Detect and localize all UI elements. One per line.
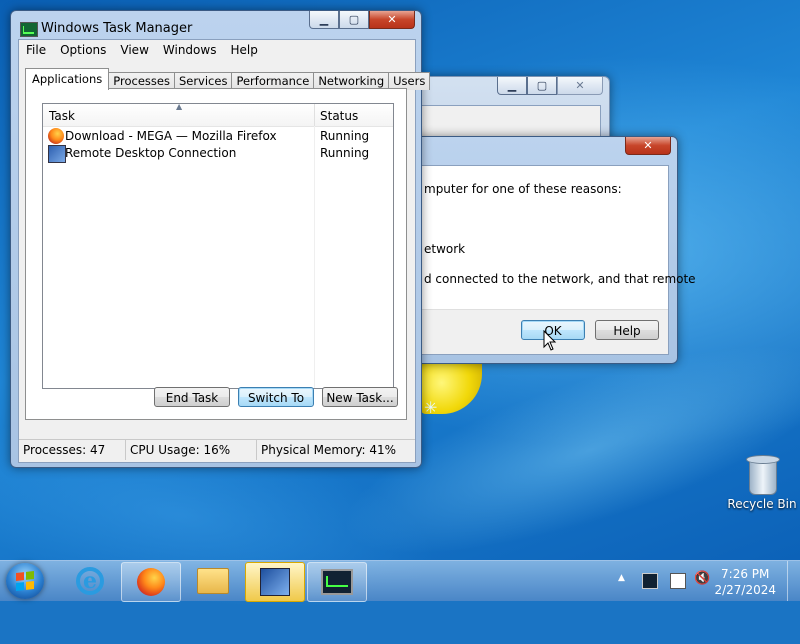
taskbar-explorer[interactable]	[184, 562, 242, 600]
taskbar: e ▲ 🔇 7:26 PM 2/27/2024	[0, 560, 800, 602]
maximize-button[interactable]: ▢	[339, 11, 369, 29]
list-item[interactable]: Remote Desktop Connection Running	[43, 145, 393, 163]
internet-explorer-icon: e	[76, 567, 104, 595]
dialog-content: mputer for one of these reasons: etwork …	[419, 165, 696, 355]
status-processes: Processes: 47	[19, 440, 126, 460]
clock-date: 2/27/2024	[714, 583, 776, 597]
clock[interactable]: 7:26 PM 2/27/2024	[714, 566, 776, 598]
firefox-icon	[137, 568, 165, 596]
close-button[interactable]: ✕	[369, 11, 415, 29]
menu-help[interactable]: Help	[223, 40, 264, 60]
show-hidden-icons-icon[interactable]: ▲	[618, 573, 625, 583]
folder-icon	[197, 568, 229, 594]
column-divider	[314, 126, 315, 388]
clock-time: 7:26 PM	[721, 567, 770, 581]
task-list[interactable]: ▲ Task Status Download - MEGA — Mozilla …	[42, 102, 394, 389]
task-manager-window[interactable]: Windows Task Manager ▁ ▢ ✕ File Options …	[10, 10, 431, 468]
maximize-button[interactable]: ▢	[527, 77, 557, 95]
taskbar-firefox[interactable]	[121, 562, 181, 602]
help-button[interactable]: Help	[595, 320, 659, 340]
menu-options[interactable]: Options	[53, 40, 113, 60]
close-button[interactable]: ✕	[557, 77, 603, 95]
menu-windows[interactable]: Windows	[156, 40, 224, 60]
close-button[interactable]: ✕	[625, 137, 671, 155]
column-header-task[interactable]: Task	[49, 109, 75, 123]
windows-logo-icon	[16, 571, 34, 591]
menu-view[interactable]: View	[113, 40, 155, 60]
task-status: Running	[320, 146, 370, 160]
remote-desktop-icon	[48, 145, 66, 163]
show-desktop-button[interactable]	[787, 561, 800, 601]
taskbar-remote-desktop[interactable]	[245, 562, 305, 602]
recycle-bin-label: Recycle Bin	[727, 497, 797, 511]
firefox-icon	[48, 128, 64, 144]
task-manager-icon	[20, 22, 38, 37]
end-task-button[interactable]: End Task	[154, 387, 230, 407]
task-name: Remote Desktop Connection	[65, 146, 237, 160]
status-bar: Processes: 47 CPU Usage: 16% Physical Me…	[19, 439, 415, 462]
column-header-status[interactable]: Status	[320, 109, 358, 123]
menu-file[interactable]: File	[19, 40, 53, 60]
system-tray: ▲ 🔇 7:26 PM 2/27/2024	[600, 561, 800, 601]
minimize-button[interactable]: ▁	[497, 77, 527, 95]
menu-bar: File Options View Windows Help	[19, 40, 415, 60]
column-divider[interactable]	[314, 104, 315, 126]
task-manager-icon	[321, 569, 353, 595]
task-name: Download - MEGA — Mozilla Firefox	[65, 129, 277, 143]
status-memory: Physical Memory: 41%	[261, 443, 397, 457]
start-button[interactable]	[6, 563, 44, 599]
switch-to-button[interactable]: Switch To	[238, 387, 314, 407]
dialog-text-line: d connected to the network, and that rem…	[424, 272, 696, 286]
taskbar-task-manager[interactable]	[307, 562, 367, 602]
status-cpu: CPU Usage: 16%	[126, 440, 257, 460]
window-title: Windows Task Manager	[41, 21, 193, 36]
recycle-bin[interactable]: Recycle Bin	[724, 454, 800, 511]
dialog-text-line: etwork	[424, 242, 466, 256]
task-manager-body: File Options View Windows Help Applicati…	[18, 39, 431, 463]
mouse-cursor-icon	[543, 330, 557, 351]
caption-buttons: ▁ ▢ ✕	[497, 77, 603, 95]
tab-strip: Applications Processes Services Performa…	[25, 68, 431, 90]
volume-muted-icon[interactable]: 🔇	[694, 571, 710, 586]
sparkle-icon: ✳	[424, 398, 438, 417]
taskbar-internet-explorer[interactable]: e	[61, 562, 119, 600]
caption-buttons: ✕	[625, 137, 671, 155]
network-icon[interactable]	[670, 573, 686, 589]
list-item[interactable]: Download - MEGA — Mozilla Firefox Runnin…	[43, 128, 393, 145]
recycle-bin-icon	[746, 454, 780, 495]
new-task-button[interactable]: New Task...	[322, 387, 398, 407]
applications-panel: ▲ Task Status Download - MEGA — Mozilla …	[25, 88, 407, 420]
minimize-button[interactable]: ▁	[309, 11, 339, 29]
sort-arrow-icon: ▲	[176, 102, 183, 111]
list-header: ▲ Task Status	[43, 102, 393, 127]
remote-desktop-icon	[260, 568, 290, 596]
dialog-text-line: mputer for one of these reasons:	[424, 182, 622, 196]
tab-applications[interactable]: Applications	[25, 68, 110, 90]
caption-buttons: ▁ ▢ ✕	[309, 11, 415, 29]
task-status: Running	[320, 129, 370, 143]
tray-task-manager-icon[interactable]	[642, 573, 658, 589]
